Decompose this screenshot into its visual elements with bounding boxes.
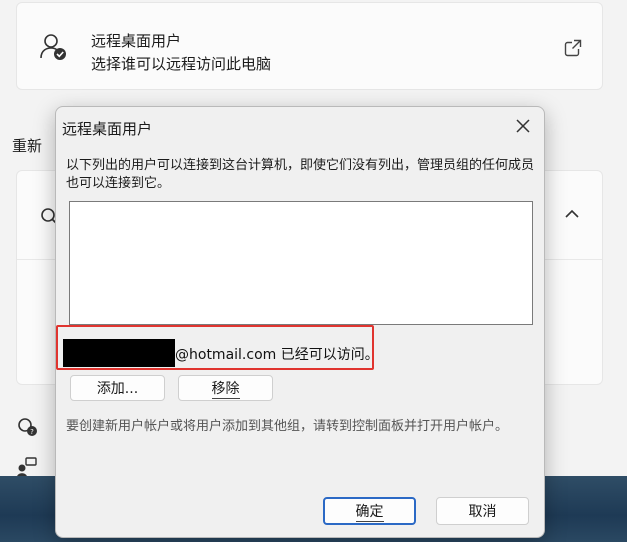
ok-button[interactable]: 确定 [323,497,416,525]
remote-desktop-users-dialog: 远程桌面用户 以下列出的用户可以连接到这台计算机，即使它们没有列出，管理员组的任… [55,106,545,538]
card-title: 远程桌面用户 [91,32,182,50]
add-button-label: 添加... [96,381,139,397]
add-button[interactable]: 添加... [70,375,165,401]
redacted-username [63,339,175,367]
close-icon [516,119,530,133]
close-button[interactable] [509,113,537,139]
help-search-icon[interactable]: ? [16,416,38,438]
ok-button-label: 确定 [355,501,384,522]
remove-button-label: 移除 [211,378,240,399]
remote-desktop-users-card[interactable]: 远程桌面用户 选择谁可以远程访问此电脑 [16,2,603,90]
svg-text:?: ? [30,428,34,436]
section-label: 重新 [12,137,43,155]
chevron-up-icon[interactable] [563,207,581,221]
card-subtitle: 选择谁可以远程访问此电脑 [91,55,272,73]
dialog-description: 以下列出的用户可以连接到这台计算机，即使它们没有列出，管理员组的任何成员也可以连… [66,158,535,191]
dialog-title: 远程桌面用户 [62,120,153,138]
users-listbox[interactable] [69,201,533,325]
remove-button[interactable]: 移除 [178,375,273,401]
open-external-icon[interactable] [564,39,582,57]
cancel-button[interactable]: 取消 [436,497,529,525]
feedback-icon[interactable] [16,456,38,478]
access-status-text: @hotmail.com 已经可以访问。 [175,347,379,363]
cancel-button-label: 取消 [468,504,497,520]
user-accounts-hint: 要创建新用户帐户或将用户添加到其他组，请转到控制面板并打开用户帐户。 [66,419,509,434]
user-check-icon [40,34,66,60]
